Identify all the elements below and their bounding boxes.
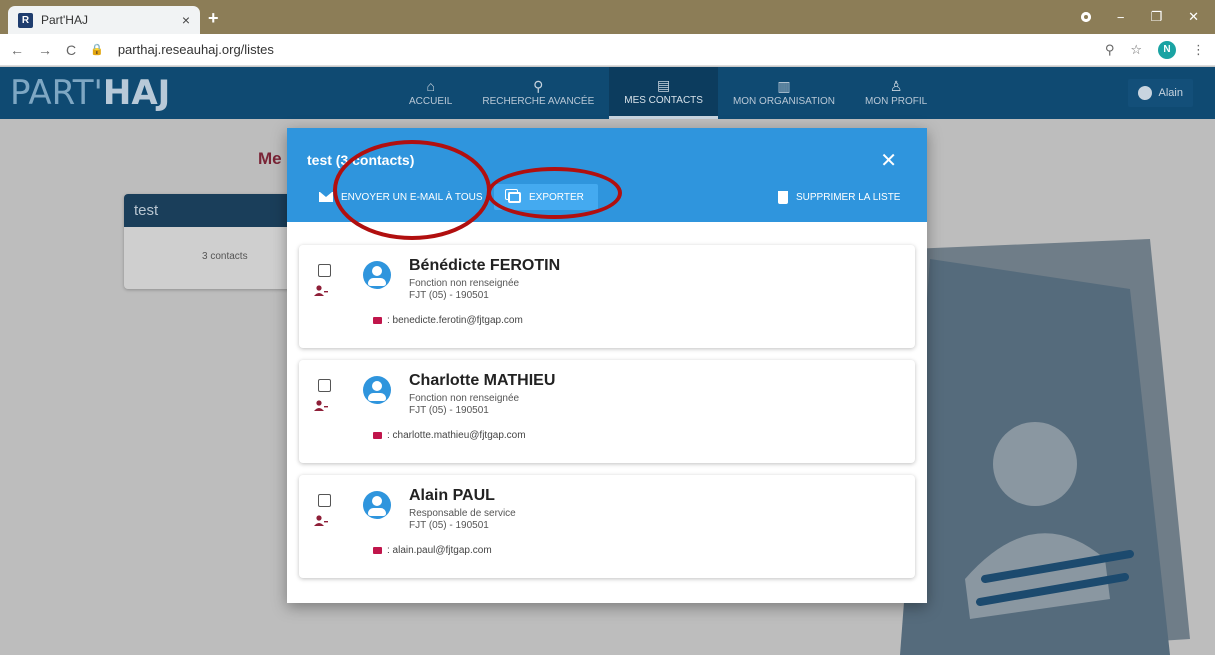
nav-mon-organisation[interactable]: ▥ MON ORGANISATION xyxy=(718,67,850,119)
browser-tab[interactable]: R Part'HAJ × xyxy=(8,6,200,34)
remove-contact-icon[interactable] xyxy=(313,400,329,412)
contact-card: Bénédicte FEROTIN Fonction non renseigné… xyxy=(299,245,915,348)
contact-name: Charlotte MATHIEU xyxy=(409,372,556,389)
site-favicon-icon: R xyxy=(18,12,33,28)
logo-text-part: PART' xyxy=(10,73,103,113)
contact-email-text[interactable]: : charlotte.mathieu@fjtgap.com xyxy=(387,430,526,441)
contact-organization: FJT (05) - 190501 xyxy=(409,290,489,301)
contact-organization: FJT (05) - 190501 xyxy=(409,520,489,531)
maximize-button[interactable]: ❐ xyxy=(1150,9,1162,25)
remove-contact-icon[interactable] xyxy=(313,285,329,297)
nav-accueil[interactable]: ⌂ ACCUEIL xyxy=(394,67,467,119)
page-title: Me xyxy=(258,149,282,168)
envelope-icon xyxy=(373,432,382,439)
lock-icon[interactable]: 🔒 xyxy=(90,43,104,56)
user-icon xyxy=(1137,86,1152,100)
reload-icon[interactable]: C xyxy=(66,42,76,58)
tab-title: Part'HAJ xyxy=(41,13,88,27)
contact-email: : alain.paul@fjtgap.com xyxy=(373,545,492,556)
url-field[interactable]: parthaj.reseauhaj.org/listes xyxy=(118,42,1091,57)
bookmark-star-icon[interactable]: ☆ xyxy=(1130,42,1142,58)
nav-label: MES CONTACTS xyxy=(624,94,703,106)
logo-text-bold: HAJ xyxy=(102,73,171,113)
envelope-icon xyxy=(373,317,382,324)
envelope-icon xyxy=(373,547,382,554)
zoom-icon[interactable]: ⚲ xyxy=(1105,42,1115,58)
contact-checkbox[interactable] xyxy=(318,379,331,392)
list-card-name: test xyxy=(124,194,294,227)
annotation-circle-export xyxy=(487,167,622,219)
nav-label: ACCUEIL xyxy=(409,96,453,107)
contact-card: Alain PAUL Responsable de service FJT (0… xyxy=(299,475,915,578)
mail-icon xyxy=(319,192,333,202)
window-close-button[interactable]: ✕ xyxy=(1188,9,1199,25)
contact-email-text[interactable]: : alain.paul@fjtgap.com xyxy=(387,545,492,556)
back-arrow-icon[interactable]: ← xyxy=(10,42,24,58)
modal-close-button[interactable]: ✕ xyxy=(880,148,897,173)
list-card-count: 3 contacts xyxy=(202,251,248,262)
tab-close-icon[interactable]: × xyxy=(182,12,190,28)
minimize-button[interactable]: − xyxy=(1117,10,1125,25)
contact-avatar-icon xyxy=(363,261,391,289)
search-icon: ⚲ xyxy=(533,78,544,94)
trash-icon xyxy=(778,190,788,204)
address-bar: ← → C 🔒 parthaj.reseauhaj.org/listes ⚲ ☆… xyxy=(0,34,1215,66)
contact-organization: FJT (05) - 190501 xyxy=(409,405,489,416)
delete-list-label: SUPPRIMER LA LISTE xyxy=(796,191,901,203)
contact-function: Fonction non renseignée xyxy=(409,278,520,289)
address-bar-actions: ⚲ ☆ N ⋮ xyxy=(1105,40,1205,59)
contact-email: : charlotte.mathieu@fjtgap.com xyxy=(373,430,526,441)
profile-avatar[interactable]: N xyxy=(1158,40,1176,59)
app-header: PART'HAJ ⌂ ACCUEIL ⚲ RECHERCHE AVANCÉE ▤… xyxy=(0,67,1215,119)
contact-email-text[interactable]: : benedicte.ferotin@fjtgap.com xyxy=(387,315,523,326)
contact-avatar-icon xyxy=(363,376,391,404)
remove-contact-icon[interactable] xyxy=(313,515,329,527)
contact-list: Bénédicte FEROTIN Fonction non renseigné… xyxy=(299,245,915,590)
home-icon: ⌂ xyxy=(426,78,435,94)
contact-name: Alain PAUL xyxy=(409,487,495,504)
nav-mes-contacts[interactable]: ▤ MES CONTACTS xyxy=(609,67,718,119)
user-menu-button[interactable]: Alain xyxy=(1127,79,1193,107)
nav-mon-profil[interactable]: ♙ MON PROFIL xyxy=(850,67,942,119)
record-icon[interactable] xyxy=(1080,12,1091,22)
building-icon: ▥ xyxy=(777,78,791,94)
contact-email: : benedicte.ferotin@fjtgap.com xyxy=(373,315,523,326)
app-logo[interactable]: PART'HAJ xyxy=(10,75,170,111)
annotation-circle-email-all xyxy=(333,140,491,240)
delete-list-button[interactable]: SUPPRIMER LA LISTE xyxy=(772,184,906,210)
contact-card: Charlotte MATHIEU Fonction non renseigné… xyxy=(299,360,915,463)
contact-checkbox[interactable] xyxy=(318,264,331,277)
nav-label: MON ORGANISATION xyxy=(732,96,835,107)
person-icon: ♙ xyxy=(889,78,903,94)
contacts-icon: ▤ xyxy=(656,76,671,93)
nav-label: MON PROFIL xyxy=(865,96,928,107)
contact-name: Bénédicte FEROTIN xyxy=(409,257,561,274)
list-card[interactable]: test 3 contacts xyxy=(124,194,294,289)
contact-function: Fonction non renseignée xyxy=(409,393,520,404)
browser-menu-icon[interactable]: ⋮ xyxy=(1192,42,1205,58)
contact-function: Responsable de service xyxy=(409,508,516,519)
contact-avatar-icon xyxy=(363,491,391,519)
window-controls: − ❐ ✕ xyxy=(1080,0,1215,34)
forward-arrow-icon[interactable]: → xyxy=(38,42,52,58)
browser-tab-bar: R Part'HAJ × + − ❐ ✕ xyxy=(0,0,1215,34)
nav-recherche-avancee[interactable]: ⚲ RECHERCHE AVANCÉE xyxy=(467,67,609,119)
contact-checkbox[interactable] xyxy=(318,494,331,507)
user-name: Alain xyxy=(1158,87,1183,99)
main-nav: ⌂ ACCUEIL ⚲ RECHERCHE AVANCÉE ▤ MES CONT… xyxy=(394,67,942,119)
new-tab-button[interactable]: + xyxy=(208,8,219,29)
nav-label: RECHERCHE AVANCÉE xyxy=(482,96,595,107)
